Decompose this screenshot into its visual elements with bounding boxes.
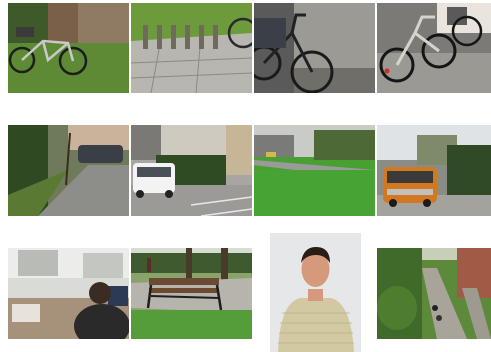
- thumbnail-sidewalk-parked-car[interactable]: [8, 125, 129, 216]
- garden-path-photo: [377, 248, 491, 339]
- thumbnail-green-park[interactable]: [254, 125, 375, 216]
- bicycle-against-wall-photo: [254, 3, 375, 93]
- thumbnail-office-desk[interactable]: [8, 248, 129, 339]
- white-car-parking-lot-photo: [131, 125, 252, 216]
- thumbnail-bicycle-against-wall[interactable]: [254, 3, 375, 93]
- park-bench-photo: [131, 248, 252, 339]
- bicycle-by-van-photo: [377, 3, 491, 93]
- bicycle-on-lawn-photo: [8, 3, 129, 93]
- thumbnail-white-car-parking[interactable]: [131, 125, 252, 216]
- thumbnail-man-portrait[interactable]: [270, 233, 361, 352]
- thumbnail-orange-van[interactable]: [377, 125, 491, 216]
- thumbnail-bicycle-on-lawn[interactable]: [8, 3, 129, 93]
- office-desk-person-photo: [8, 248, 129, 339]
- orange-van-photo: [377, 125, 491, 216]
- thumbnail-bicycle-by-van[interactable]: [377, 3, 491, 93]
- green-park-photo: [254, 125, 375, 216]
- man-portrait-photo: [270, 233, 361, 352]
- thumbnail-bike-rack[interactable]: [131, 3, 252, 93]
- sidewalk-parked-car-photo: [8, 125, 129, 216]
- thumbnail-garden-path[interactable]: [377, 248, 491, 339]
- bike-rack-photo: [131, 3, 252, 93]
- photo-gallery-grid: [0, 0, 491, 352]
- thumbnail-park-bench[interactable]: [131, 248, 252, 339]
